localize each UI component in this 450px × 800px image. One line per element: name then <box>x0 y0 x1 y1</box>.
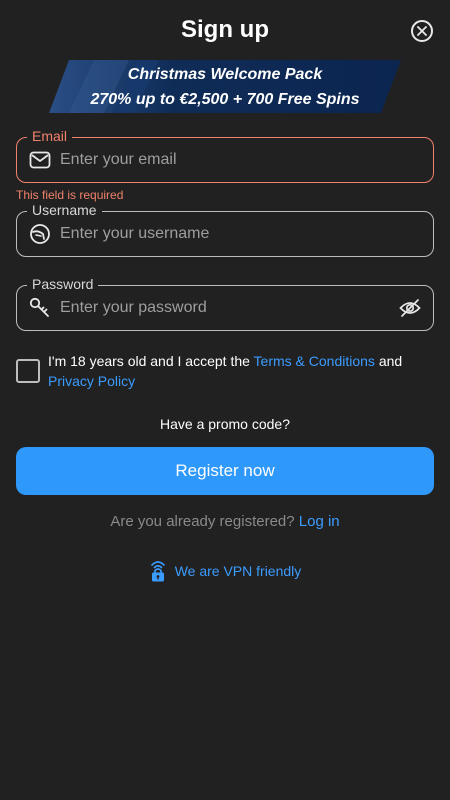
terms-checkbox[interactable] <box>16 359 40 383</box>
close-icon <box>417 26 427 36</box>
terms-text: I'm 18 years old and I accept the Terms … <box>48 351 428 391</box>
promo-title: Christmas Welcome Pack <box>127 66 323 83</box>
signup-page: Sign up Christmas Welcome Pack 270% up t… <box>0 0 450 800</box>
wifi-lock-icon <box>150 561 165 582</box>
terms-text-intro: I'm 18 years old and I accept the <box>48 353 254 369</box>
password-field-group: Password <box>16 276 434 331</box>
terms-text-and: and <box>374 353 403 369</box>
terms-conditions-link[interactable]: Terms & Conditions <box>254 353 375 369</box>
eye-off-icon <box>399 299 421 317</box>
username-input[interactable] <box>60 211 390 257</box>
privacy-policy-link[interactable]: Privacy Policy <box>48 373 135 389</box>
email-error-message: This field is required <box>16 188 124 202</box>
promo-code-toggle[interactable]: Have a promo code? <box>0 416 450 432</box>
email-field-group: Email <box>16 128 434 183</box>
helmet-icon <box>28 223 52 245</box>
vpn-friendly-notice: We are VPN friendly <box>0 558 450 584</box>
login-question: Are you already registered? <box>110 513 295 530</box>
key-icon <box>28 297 52 319</box>
envelope-icon <box>28 149 52 171</box>
toggle-password-visibility-button[interactable] <box>398 297 422 319</box>
promo-banner: Christmas Welcome Pack 270% up to €2,500… <box>49 60 401 113</box>
username-field-group: Username <box>16 202 434 257</box>
close-button[interactable] <box>411 20 433 42</box>
register-button[interactable]: Register now <box>16 447 434 495</box>
promo-offer: 270% up to €2,500 + 700 Free Spins <box>90 91 360 108</box>
password-input[interactable] <box>60 285 390 331</box>
email-input[interactable] <box>60 137 390 183</box>
login-prompt: Are you already registered? Log in <box>0 513 450 530</box>
terms-consent: I'm 18 years old and I accept the Terms … <box>16 351 434 395</box>
page-title: Sign up <box>181 16 269 43</box>
vpn-friendly-label: We are VPN friendly <box>174 563 302 579</box>
header: Sign up <box>0 0 450 64</box>
login-link[interactable]: Log in <box>299 513 340 530</box>
